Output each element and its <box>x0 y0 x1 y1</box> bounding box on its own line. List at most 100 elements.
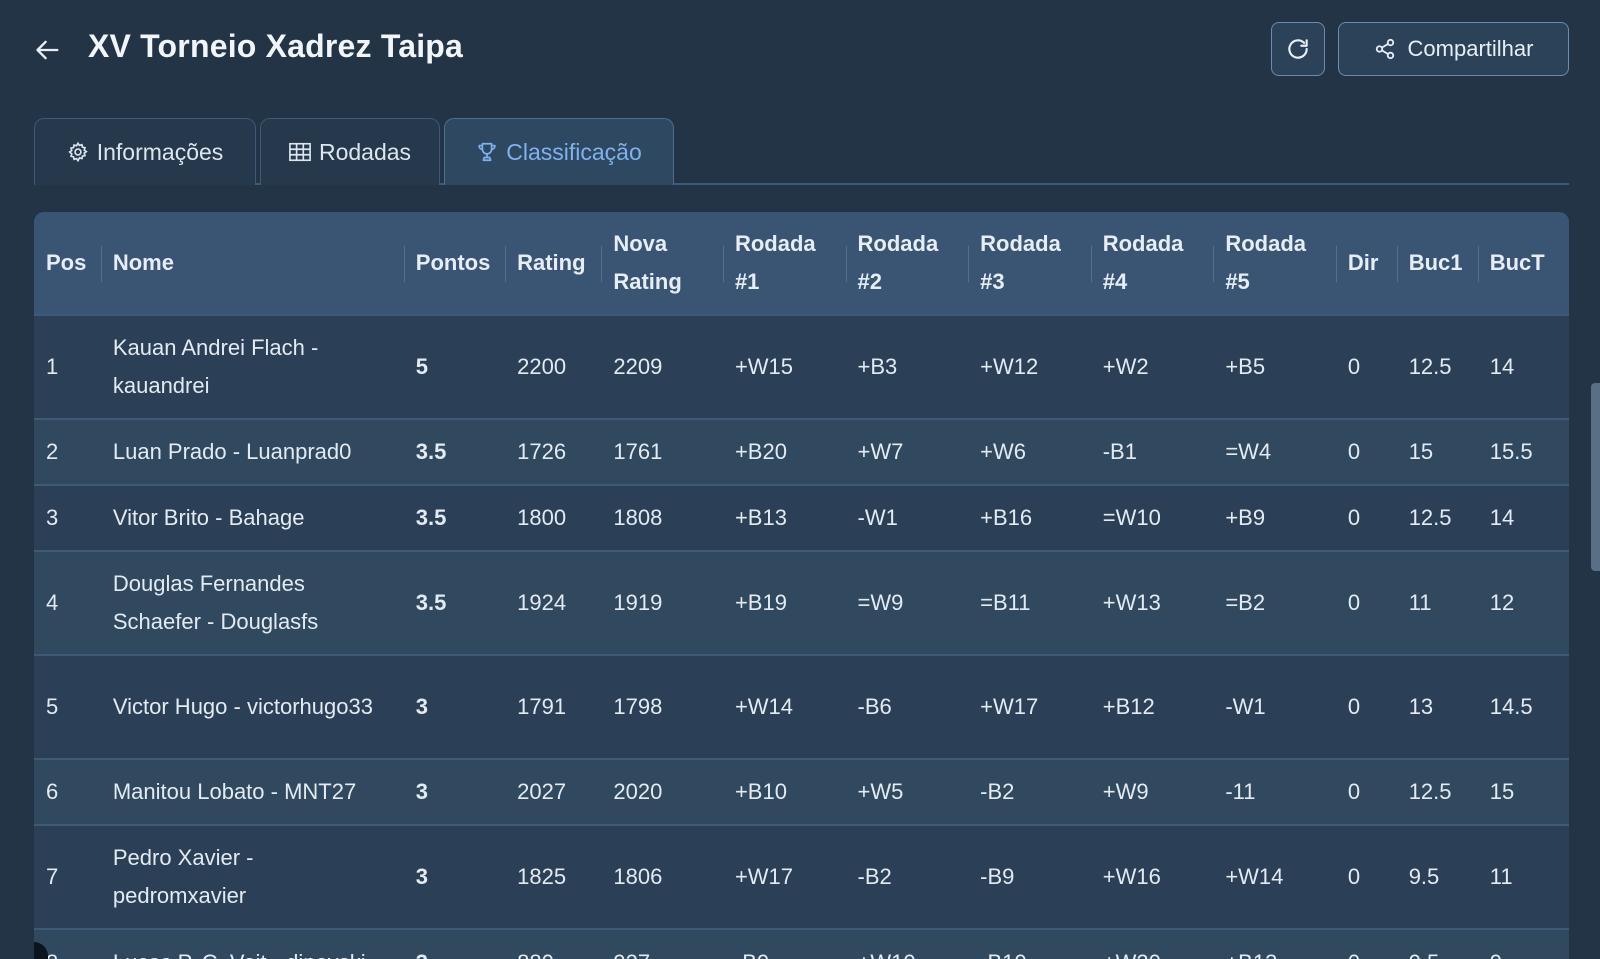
table-row[interactable]: 6 Manitou Lobato - MNT27 3 2027 2020 +B10 +W5 -… <box>34 759 1569 825</box>
round-4-cell: +W16 <box>1102 864 1161 889</box>
pos-cell: 4 <box>46 590 59 615</box>
name-cell: Manitou Lobato - MNT27 <box>112 779 357 804</box>
tab-bar: Informações Rodadas Classificação <box>34 118 1569 185</box>
round-1-cell: +B10 <box>734 779 787 804</box>
column-header-pos[interactable]: Pos <box>34 212 101 315</box>
round-2-cell: +W5 <box>857 779 904 804</box>
round-5-cell: +B13 <box>1213 929 1336 959</box>
new-rating-cell: 1919 <box>613 590 663 615</box>
dir-cell: 0 <box>1347 354 1361 379</box>
round-5-cell: =B2 <box>1225 590 1266 615</box>
name-cell: Vitor Brito - Bahage <box>112 505 305 530</box>
column-header-rodada-1[interactable]: Rodada #1 <box>722 212 846 315</box>
round-4-cell: +W2 <box>1102 354 1149 379</box>
column-header-buc1[interactable]: Buc1 <box>1396 212 1478 315</box>
round-1-cell: +B19 <box>734 590 787 615</box>
column-header-rodada-3[interactable]: Rodada #3 <box>968 212 1091 315</box>
rating-cell: 1924 <box>517 590 567 615</box>
tab-label: Classificação <box>506 138 642 165</box>
buct-cell: 15.5 <box>1489 439 1533 464</box>
rating-cell: 2027 <box>517 779 567 804</box>
scrollbar[interactable] <box>1591 383 1600 571</box>
column-header-rating[interactable]: Rating <box>505 212 601 315</box>
round-2-cell: +W7 <box>857 439 904 464</box>
points-cell: 3.5 <box>415 439 447 464</box>
column-header-pontos[interactable]: Pontos <box>403 212 505 315</box>
round-2-cell: -B2 <box>857 864 892 889</box>
points-cell: 3 <box>415 864 429 889</box>
table-row[interactable]: 5 Victor Hugo - victorhugo33 3 1791 1798 +W14… <box>34 655 1569 759</box>
column-header-rodada-4[interactable]: Rodada #4 <box>1090 212 1214 315</box>
column-header-dir[interactable]: Dir <box>1335 212 1397 315</box>
buc1-cell: 15 <box>1408 439 1434 464</box>
tab-label: Rodadas <box>318 138 412 165</box>
buct-cell: 12 <box>1489 590 1515 615</box>
points-cell: 5 <box>415 354 429 379</box>
round-1-cell: +B20 <box>734 439 787 464</box>
points-cell: 3 <box>404 929 505 959</box>
column-header-buct[interactable]: BucT <box>1477 212 1569 315</box>
buc1-cell: 12.5 <box>1408 354 1452 379</box>
round-4-cell: +B12 <box>1102 694 1155 719</box>
points-cell: 3 <box>415 694 429 719</box>
name-cell: Kauan Andrei Flach - kauandrei <box>112 335 319 398</box>
round-3-cell: -B9 <box>980 864 1015 889</box>
table-row[interactable]: 1 Kauan Andrei Flach - kauandrei 5 2200 2209… <box>34 315 1569 419</box>
name-cell: Luan Prado - Luanprad0 <box>112 439 352 464</box>
buct-cell: 14.5 <box>1489 694 1533 719</box>
new-rating-cell: 1761 <box>613 439 663 464</box>
round-3-cell: +W17 <box>980 694 1039 719</box>
name-cell: Lucas P. C. Veit - dinovski <box>101 929 404 959</box>
round-2-cell: +B3 <box>857 354 898 379</box>
table-row[interactable]: 8Lucas P. C. Veit - dinovski3880927-B9+W… <box>34 929 1569 959</box>
share-button[interactable]: Compartilhar <box>1338 22 1569 76</box>
points-cell: 3.5 <box>415 590 447 615</box>
round-4-cell: =W10 <box>1102 505 1161 530</box>
dir-cell: 0 <box>1347 694 1361 719</box>
table-header-row: Pos Nome Pontos Rating Nova Rating Rodad… <box>34 212 1569 315</box>
round-3-cell: -B2 <box>980 779 1015 804</box>
table-row[interactable]: 3 Vitor Brito - Bahage 3.5 1800 1808 +B13 -W1 +… <box>34 485 1569 551</box>
back-button[interactable] <box>30 32 66 68</box>
table-row[interactable]: 2 Luan Prado - Luanprad0 3.5 1726 1761 +B20 +W… <box>34 419 1569 485</box>
tab-rodadas[interactable]: Rodadas <box>260 118 440 185</box>
round-1-cell: +W14 <box>734 694 794 719</box>
new-rating-cell: 1808 <box>613 505 663 530</box>
buct-cell: 15 <box>1489 779 1515 804</box>
round-4-cell: +W20 <box>1091 929 1214 959</box>
grid-icon <box>289 142 311 162</box>
column-header-rodada-2[interactable]: Rodada #2 <box>845 212 969 315</box>
column-header-nova-rating[interactable]: Nova Rating <box>601 212 723 315</box>
rating-cell: 880 <box>505 929 601 959</box>
round-5-cell: +B9 <box>1225 505 1266 530</box>
column-header-rodada-5[interactable]: Rodada #5 <box>1213 212 1336 315</box>
round-3-cell: +W12 <box>980 354 1039 379</box>
standings-page: XV Torneio Xadrez Taipa Compartilhar Inf… <box>0 0 1600 959</box>
column-header-nome[interactable]: Nome <box>100 212 404 315</box>
round-5-cell: =W4 <box>1225 439 1272 464</box>
page-title: XV Torneio Xadrez Taipa <box>88 28 464 64</box>
name-cell: Victor Hugo - victorhugo33 <box>112 694 373 719</box>
round-2-cell: -B6 <box>857 694 892 719</box>
table-row[interactable]: 4 Douglas Fernandes Schaefer - Douglasfs 3… <box>34 551 1569 655</box>
tab-classificacao[interactable]: Classificação <box>444 118 674 185</box>
refresh-button[interactable] <box>1271 22 1325 76</box>
round-2-cell: -W1 <box>857 505 898 530</box>
buc1-cell: 11 <box>1408 590 1432 615</box>
tab-informacoes[interactable]: Informações <box>34 118 256 185</box>
round-3-cell: +B16 <box>980 505 1033 530</box>
pos-cell: 2 <box>46 439 59 464</box>
dir-cell: 0 <box>1336 929 1397 959</box>
table-row[interactable]: 7 Pedro Xavier - pedromxavier 3 1825 1806 +W1… <box>34 825 1569 929</box>
pos-cell: 3 <box>46 505 59 530</box>
new-rating-cell: 1798 <box>613 694 663 719</box>
share-button-label: Compartilhar <box>1407 36 1534 61</box>
buc1-cell: 12.5 <box>1408 779 1452 804</box>
round-5-cell: -11 <box>1225 779 1256 804</box>
pos-cell: 7 <box>46 864 59 889</box>
dir-cell: 0 <box>1347 505 1361 530</box>
round-1-cell: -B9 <box>723 929 846 959</box>
standings-table: Pos Nome Pontos Rating Nova Rating Rodad… <box>34 212 1569 959</box>
dir-cell: 0 <box>1347 590 1361 615</box>
rating-cell: 1726 <box>517 439 567 464</box>
